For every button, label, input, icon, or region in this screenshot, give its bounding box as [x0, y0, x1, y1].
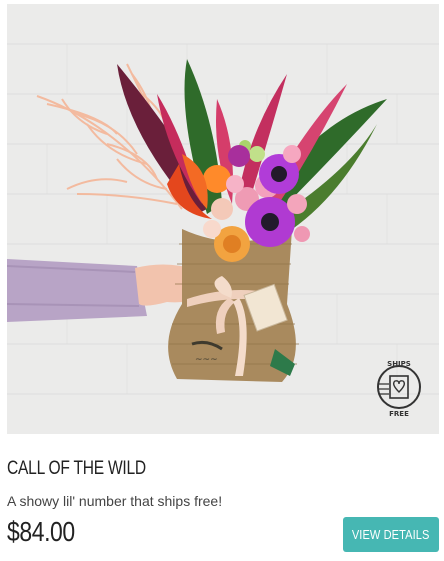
product-card: ~~~ SHIPS FREE CALL OF THE WILD A showy … [0, 0, 444, 561]
product-description: A showy lil' number that ships free! [7, 493, 223, 509]
view-details-label: VIEW DETAILS [352, 527, 430, 542]
ships-badge-top: SHIPS [387, 360, 411, 368]
product-image[interactable]: ~~~ SHIPS FREE [7, 4, 439, 434]
svg-text:~~~: ~~~ [195, 355, 218, 365]
product-title[interactable]: CALL OF THE WILD [7, 458, 146, 480]
ships-badge-bottom: FREE [389, 410, 409, 418]
product-price: $84.00 [7, 516, 75, 547]
view-details-button[interactable]: VIEW DETAILS [343, 517, 439, 552]
